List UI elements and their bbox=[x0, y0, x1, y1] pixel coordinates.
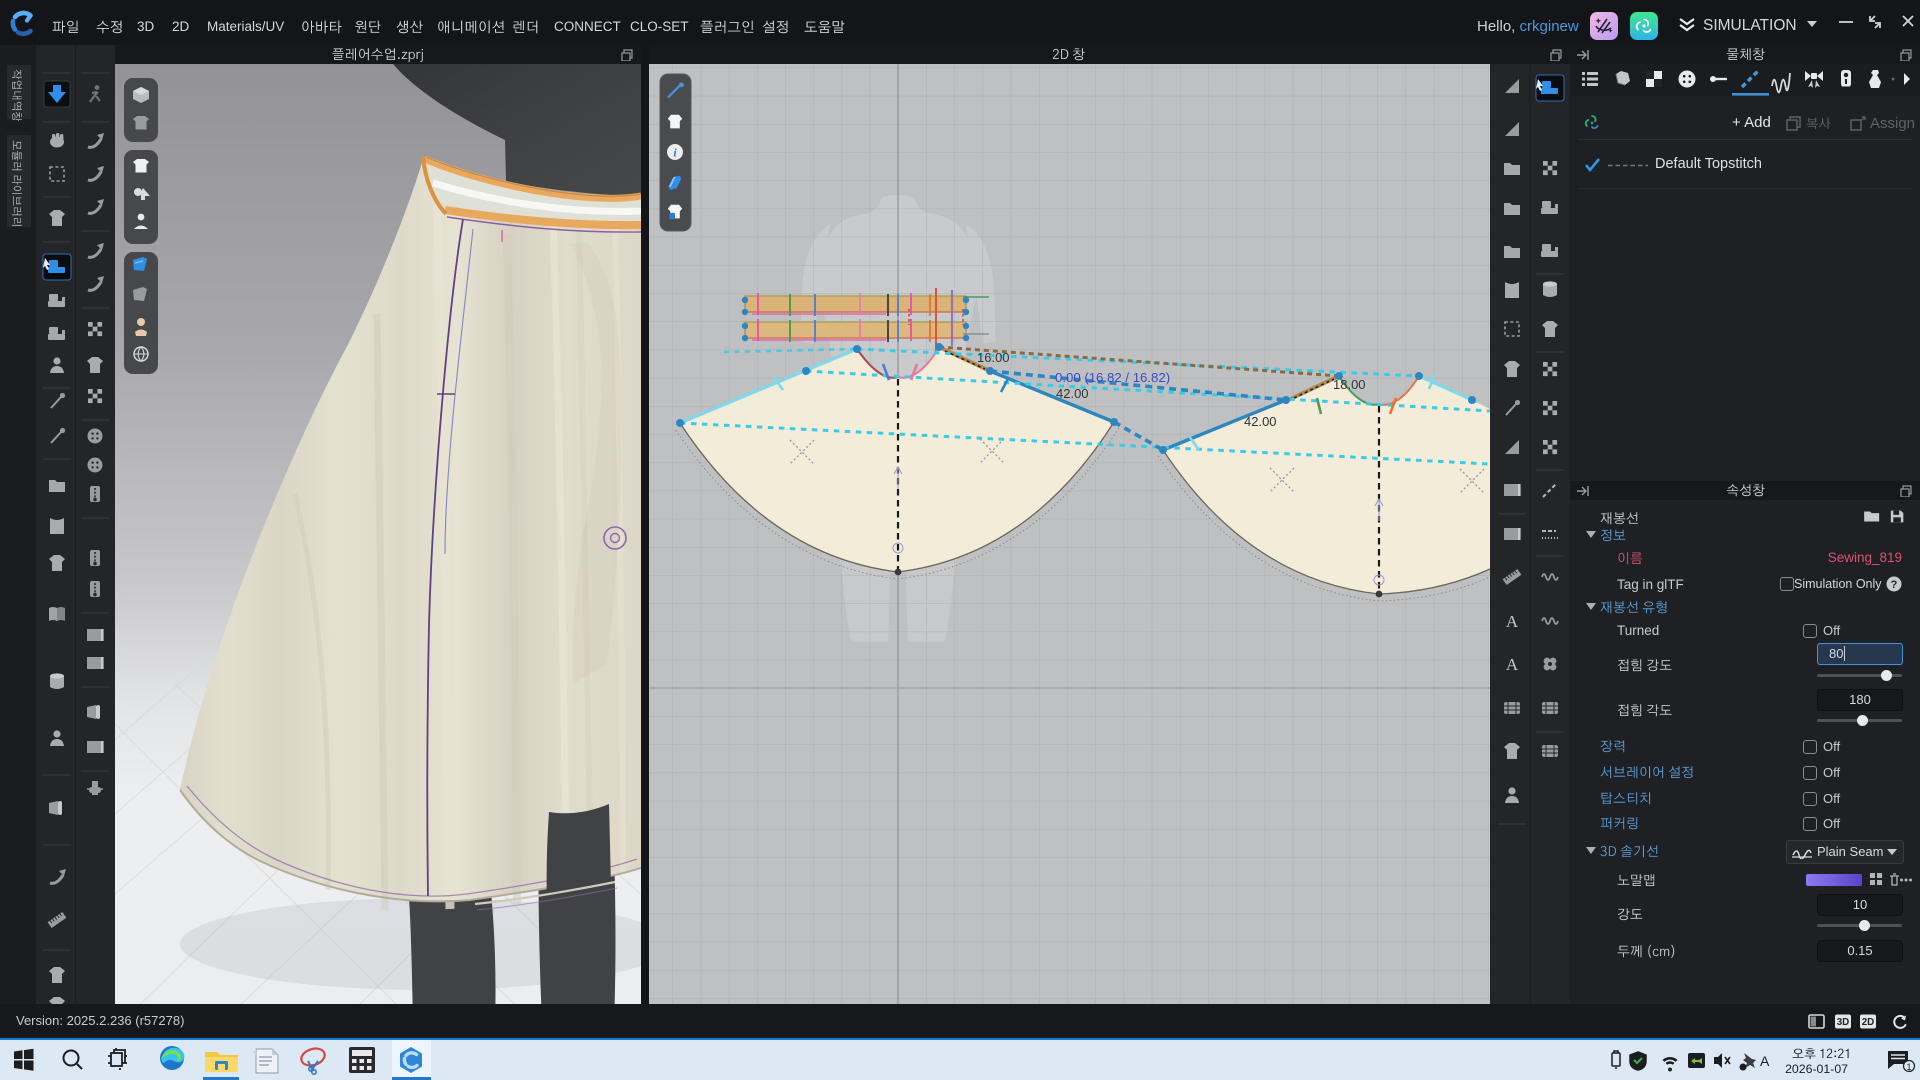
svg-text:42.00: 42.00 bbox=[1244, 414, 1277, 429]
svg-text:1: 1 bbox=[1906, 1062, 1911, 1072]
svg-text:A: A bbox=[1760, 1053, 1770, 1069]
svg-text:?: ? bbox=[1891, 579, 1898, 591]
svg-text:3D: 3D bbox=[1837, 1017, 1850, 1028]
svg-text:18.00: 18.00 bbox=[1333, 377, 1366, 392]
svg-text:A: A bbox=[1506, 612, 1519, 631]
svg-text:0.00 (16.82 / 16.82): 0.00 (16.82 / 16.82) bbox=[1055, 370, 1170, 385]
svg-text:42.00: 42.00 bbox=[1056, 386, 1089, 401]
svg-text:2D: 2D bbox=[1862, 1017, 1875, 1028]
svg-text:16.00: 16.00 bbox=[977, 350, 1010, 365]
svg-text:A: A bbox=[1506, 655, 1519, 674]
